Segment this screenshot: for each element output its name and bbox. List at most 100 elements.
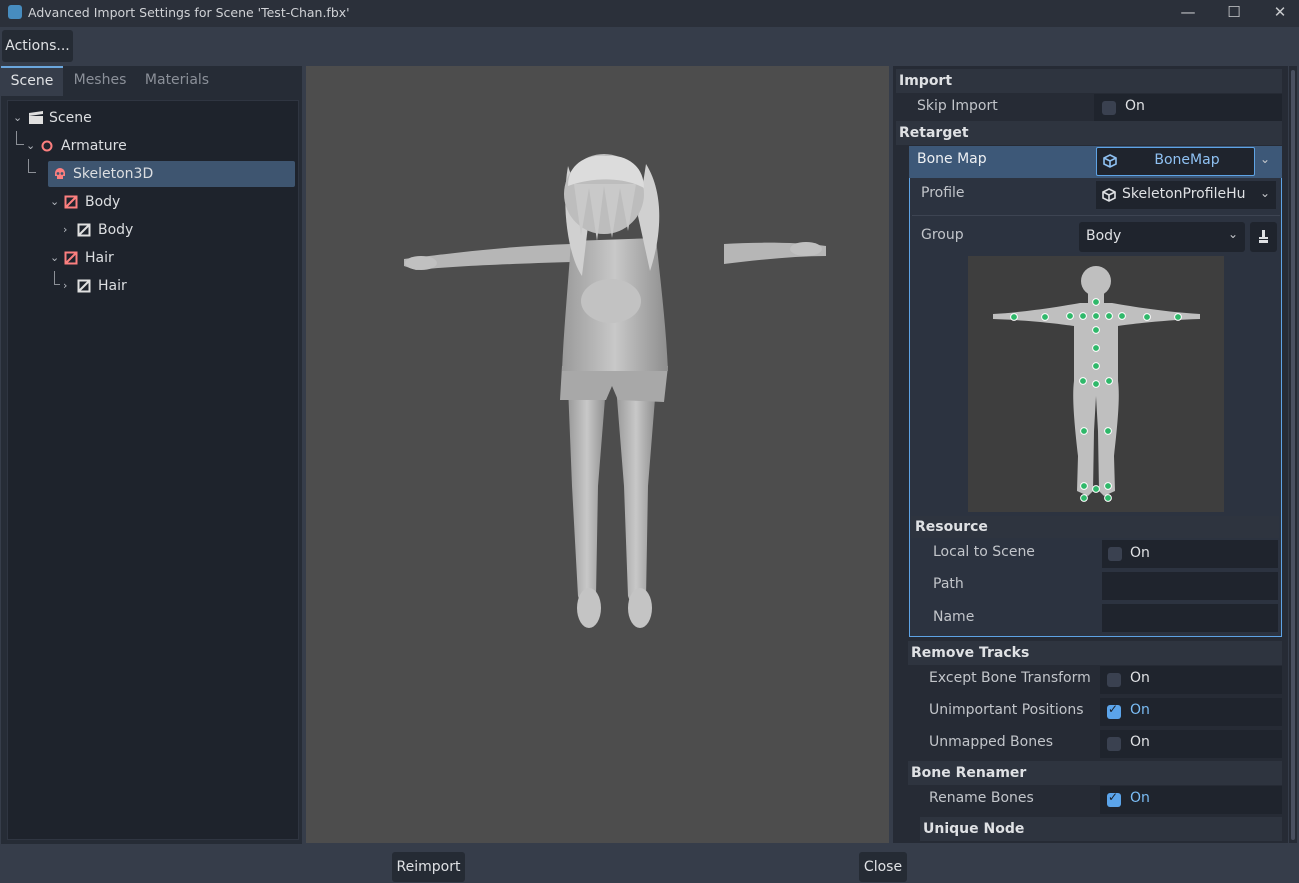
except-bone-transform-checkbox[interactable] [1107, 673, 1121, 687]
bone-dot[interactable] [1174, 313, 1182, 321]
unimportant-positions-value: On [1130, 702, 1150, 718]
mesh-icon [77, 223, 91, 237]
character-model [404, 154, 826, 628]
name-input[interactable] [1102, 604, 1278, 632]
section-remove-tracks[interactable]: Remove Tracks [908, 641, 1282, 665]
name-label: Name [933, 609, 975, 625]
unimportant-positions-checkbox[interactable] [1107, 702, 1121, 719]
chevron-down-icon[interactable]: ⌄ [13, 112, 23, 123]
node3d-icon [41, 140, 53, 152]
bone-dot[interactable] [1092, 326, 1100, 334]
section-resource[interactable]: Resource [911, 516, 1279, 538]
bone-dot[interactable] [1092, 298, 1100, 306]
actions-menu-button[interactable]: Actions... [2, 30, 73, 62]
godot-icon [8, 5, 22, 19]
chevron-down-icon[interactable]: ⌄ [50, 196, 60, 207]
bone-dot[interactable] [1080, 494, 1088, 502]
bone-map-resource-button[interactable]: BoneMap [1096, 147, 1255, 176]
bone-dot[interactable] [1143, 313, 1151, 321]
profile-value: SkeletonProfileHu [1122, 186, 1246, 202]
clear-group-button[interactable] [1250, 222, 1277, 252]
bone-dot[interactable] [1080, 427, 1088, 435]
minimize-button[interactable]: — [1165, 0, 1211, 26]
skip-import-checkbox[interactable] [1102, 101, 1116, 115]
except-bone-transform-label: Except Bone Transform [929, 670, 1091, 686]
skeleton-body-picker[interactable] [968, 256, 1224, 512]
bone-dot[interactable] [1105, 312, 1113, 320]
tree-item-body-mesh[interactable]: › Body [8, 217, 296, 243]
bone-dot[interactable] [1041, 313, 1049, 321]
chevron-right-icon[interactable]: › [63, 280, 73, 291]
bone-dot[interactable] [1092, 380, 1100, 388]
scrollbar-thumb[interactable] [1291, 70, 1295, 840]
local-to-scene-field: On [1102, 540, 1278, 568]
tree-item-label: Hair [98, 278, 127, 294]
bone-dot[interactable] [1066, 312, 1074, 320]
bone-dot[interactable] [1079, 377, 1087, 385]
profile-label: Profile [921, 185, 965, 201]
path-label: Path [933, 576, 964, 592]
close-button[interactable]: Close [859, 852, 907, 882]
group-label: Group [921, 227, 964, 243]
chevron-down-icon[interactable]: ⌄ [1260, 152, 1270, 166]
unmapped-bones-field: On [1100, 730, 1282, 758]
bone-dot[interactable] [1104, 482, 1112, 490]
chevron-down-icon[interactable]: ⌄ [50, 252, 60, 263]
rename-bones-field: On [1100, 786, 1282, 814]
local-to-scene-label: Local to Scene [933, 544, 1035, 560]
tree-item-armature[interactable]: ⌄ Armature [8, 133, 296, 159]
tab-scene[interactable]: Scene [1, 66, 63, 96]
bone-map-value: BoneMap [1154, 152, 1220, 168]
close-window-button[interactable]: ✕ [1257, 0, 1299, 26]
section-retarget[interactable]: Retarget [896, 121, 1282, 145]
rename-bones-checkbox[interactable] [1107, 790, 1121, 807]
tree-item-hair-mesh[interactable]: › Hair [8, 273, 296, 299]
section-unique-node[interactable]: Unique Node [920, 817, 1282, 841]
unimportant-positions-field: On [1100, 698, 1282, 726]
path-input[interactable] [1102, 572, 1278, 600]
bone-dots [1010, 298, 1182, 502]
tree-item-scene[interactable]: ⌄ Scene [8, 105, 296, 131]
bone-dot[interactable] [1105, 377, 1113, 385]
3d-viewport[interactable] [306, 66, 889, 843]
profile-resource-button[interactable]: SkeletonProfileHu ⌄ [1096, 181, 1276, 209]
bone-dot[interactable] [1080, 482, 1088, 490]
group-select[interactable]: Body ⌄ [1079, 222, 1245, 252]
chevron-down-icon[interactable]: ⌄ [26, 140, 36, 151]
local-to-scene-checkbox[interactable] [1108, 547, 1122, 561]
group-value: Body [1086, 228, 1122, 244]
bone-dot[interactable] [1092, 312, 1100, 320]
skeleton-icon [55, 168, 65, 179]
brush-icon [1259, 230, 1268, 243]
section-bone-renamer[interactable]: Bone Renamer [908, 761, 1282, 785]
bone-dot[interactable] [1092, 344, 1100, 352]
inspector-scrollbar[interactable] [1289, 66, 1297, 843]
skip-import-label: Skip Import [917, 98, 998, 114]
bone-dot[interactable] [1079, 312, 1087, 320]
chevron-right-icon[interactable]: › [63, 224, 73, 235]
bone-dot[interactable] [1092, 485, 1100, 493]
skip-import-value: On [1125, 98, 1145, 114]
maximize-button[interactable]: ☐ [1211, 0, 1257, 26]
bone-dot[interactable] [1104, 427, 1112, 435]
bone-dot[interactable] [1092, 362, 1100, 370]
tab-meshes[interactable]: Meshes [65, 66, 135, 96]
title-bar: Advanced Import Settings for Scene 'Test… [0, 0, 1299, 27]
rename-bones-label: Rename Bones [929, 790, 1034, 806]
tree-item-label: Hair [85, 250, 114, 266]
tree-item-body[interactable]: ⌄ Body [8, 189, 296, 215]
unimportant-positions-label: Unimportant Positions [929, 702, 1084, 718]
tree-item-label: Scene [49, 110, 92, 126]
tab-materials[interactable]: Materials [137, 66, 217, 96]
chevron-down-icon[interactable]: ⌄ [1260, 186, 1270, 200]
bone-dot[interactable] [1104, 494, 1112, 502]
bone-dot[interactable] [1010, 313, 1018, 321]
section-import[interactable]: Import [896, 69, 1282, 93]
tree-item-skeleton3d[interactable]: Skeleton3D [48, 161, 295, 187]
unmapped-bones-checkbox[interactable] [1107, 737, 1121, 751]
reimport-button[interactable]: Reimport [392, 852, 465, 882]
mesh-instance-icon [64, 251, 78, 265]
bone-dot[interactable] [1118, 312, 1126, 320]
tree-item-hair[interactable]: ⌄ Hair [8, 245, 296, 271]
tree-item-label: Body [98, 222, 134, 238]
